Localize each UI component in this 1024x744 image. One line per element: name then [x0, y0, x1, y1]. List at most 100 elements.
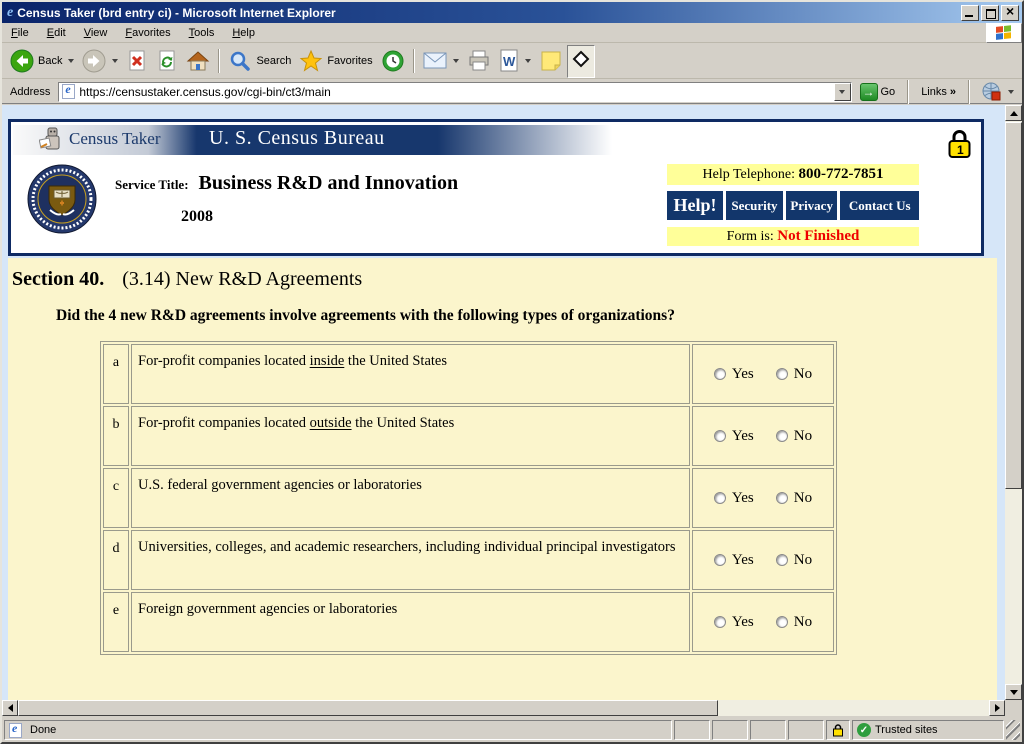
menu-help[interactable]: Help	[223, 25, 264, 41]
security-button[interactable]: Security	[726, 191, 783, 220]
row-description: U.S. federal government agencies or labo…	[131, 468, 690, 528]
yes-label: Yes	[731, 551, 754, 568]
row-letter: e	[103, 592, 129, 652]
stop-button[interactable]	[122, 47, 152, 75]
no-label: No	[793, 551, 813, 568]
form-status-label: Form is:	[726, 229, 774, 244]
status-done-pane: Done	[4, 720, 672, 740]
back-button[interactable]: Back	[6, 47, 78, 75]
section-title: (3.14) New R&D Agreements	[122, 268, 363, 290]
question-text: Did the 4 new R&D agreements involve agr…	[56, 307, 675, 324]
menu-tools[interactable]: Tools	[180, 25, 224, 41]
links-extension-button[interactable]	[978, 80, 1018, 104]
history-icon	[382, 50, 404, 72]
menu-edit[interactable]: Edit	[38, 25, 75, 41]
yes-label: Yes	[731, 489, 754, 506]
extension-dropdown-icon[interactable]	[1008, 89, 1014, 94]
search-button[interactable]: Search	[224, 47, 295, 75]
minimize-button[interactable]	[961, 4, 979, 21]
mail-button[interactable]	[419, 50, 463, 72]
census-bureau-seal	[27, 164, 97, 234]
scroll-right-button[interactable]	[989, 700, 1005, 716]
toolbar-separator	[412, 49, 415, 73]
row-letter: a	[103, 344, 129, 404]
back-label: Back	[38, 55, 63, 67]
address-separator	[968, 79, 970, 104]
restore-button[interactable]	[981, 4, 999, 21]
refresh-button[interactable]	[152, 47, 182, 75]
no-radio[interactable]	[775, 615, 788, 628]
no-radio[interactable]	[775, 367, 788, 380]
form-status-bar: Form is: Not Finished	[667, 227, 919, 246]
history-button[interactable]	[377, 47, 409, 75]
document-icon	[9, 721, 22, 738]
print-button[interactable]	[463, 47, 495, 75]
back-icon	[10, 49, 34, 73]
no-radio[interactable]	[775, 429, 788, 442]
yes-radio[interactable]	[713, 367, 726, 380]
address-dropdown-button[interactable]	[833, 82, 851, 101]
print-icon	[469, 50, 489, 71]
diamond-icon	[570, 48, 591, 69]
trusted-check-icon: ✓	[857, 723, 871, 737]
svg-text:W: W	[503, 54, 516, 69]
table-row: a For-profit companies located inside th…	[103, 344, 834, 404]
help-button[interactable]: Help!	[667, 191, 723, 220]
help-panel: Help Telephone: 800-772-7851 Help! Secur…	[667, 164, 919, 246]
question-table: a For-profit companies located inside th…	[100, 341, 837, 655]
scroll-left-button[interactable]	[2, 700, 18, 716]
word-dropdown-icon[interactable]	[524, 59, 531, 63]
yes-label: Yes	[731, 427, 754, 444]
mail-dropdown-icon[interactable]	[452, 59, 459, 63]
row-answers: Yes No	[692, 530, 834, 590]
yes-label: Yes	[731, 365, 754, 382]
status-lock-pane	[826, 720, 850, 740]
resize-grip[interactable]	[1006, 720, 1020, 740]
close-button[interactable]	[1001, 3, 1019, 21]
scroll-down-button[interactable]	[1005, 684, 1022, 700]
links-button[interactable]: Links »	[917, 86, 960, 98]
menu-file[interactable]: File	[2, 25, 38, 41]
row-description: Universities, colleges, and academic res…	[131, 530, 690, 590]
toolbar: Back Search Favorites W	[2, 44, 1022, 79]
back-dropdown-icon[interactable]	[68, 59, 75, 63]
horizontal-scrollbar[interactable]	[2, 700, 1005, 716]
links-chevron-icon: »	[949, 85, 956, 98]
diamond-tool-button[interactable]	[566, 44, 595, 78]
go-button[interactable]: → Go	[856, 82, 900, 101]
status-pane	[788, 720, 824, 740]
menu-bar: File Edit View Favorites Tools Help	[2, 22, 1022, 43]
favorites-button[interactable]: Favorites	[295, 47, 376, 75]
scroll-up-button[interactable]	[1005, 105, 1022, 121]
title-bar: e Census Taker (brd entry ci) - Microsof…	[2, 2, 1022, 23]
no-label: No	[793, 427, 813, 444]
forward-button[interactable]	[78, 47, 122, 75]
notes-button[interactable]	[535, 47, 567, 75]
row-letter: d	[103, 530, 129, 590]
no-radio[interactable]	[775, 491, 788, 504]
privacy-button[interactable]: Privacy	[785, 191, 838, 220]
menu-view[interactable]: View	[75, 25, 117, 41]
census-banner: Census Taker U. S. Census Bureau	[13, 125, 979, 155]
page-viewport: Census Taker U. S. Census Bureau 1 Servi…	[2, 105, 1005, 700]
forward-dropdown-icon[interactable]	[112, 59, 119, 63]
globe-icon	[982, 82, 1001, 100]
horizontal-scroll-thumb[interactable]	[18, 700, 718, 716]
vertical-scroll-thumb[interactable]	[1005, 122, 1022, 489]
yes-radio[interactable]	[713, 491, 726, 504]
yes-radio[interactable]	[713, 615, 726, 628]
no-radio[interactable]	[775, 553, 788, 566]
edit-with-word-button[interactable]: W	[495, 47, 535, 75]
home-button[interactable]	[182, 47, 214, 75]
row-answers: Yes No	[692, 468, 834, 528]
yes-radio[interactable]	[713, 553, 726, 566]
contact-us-button[interactable]: Contact Us	[840, 191, 919, 220]
section-heading: Section 40. (3.14) New R&D Agreements	[8, 258, 997, 291]
menu-favorites[interactable]: Favorites	[116, 25, 179, 41]
address-input[interactable]: https://censustaker.census.gov/cgi-bin/c…	[58, 81, 852, 102]
no-label: No	[793, 613, 813, 630]
yes-radio[interactable]	[713, 429, 726, 442]
note-icon	[541, 51, 561, 71]
vertical-scrollbar[interactable]	[1005, 105, 1022, 700]
status-pane	[674, 720, 710, 740]
